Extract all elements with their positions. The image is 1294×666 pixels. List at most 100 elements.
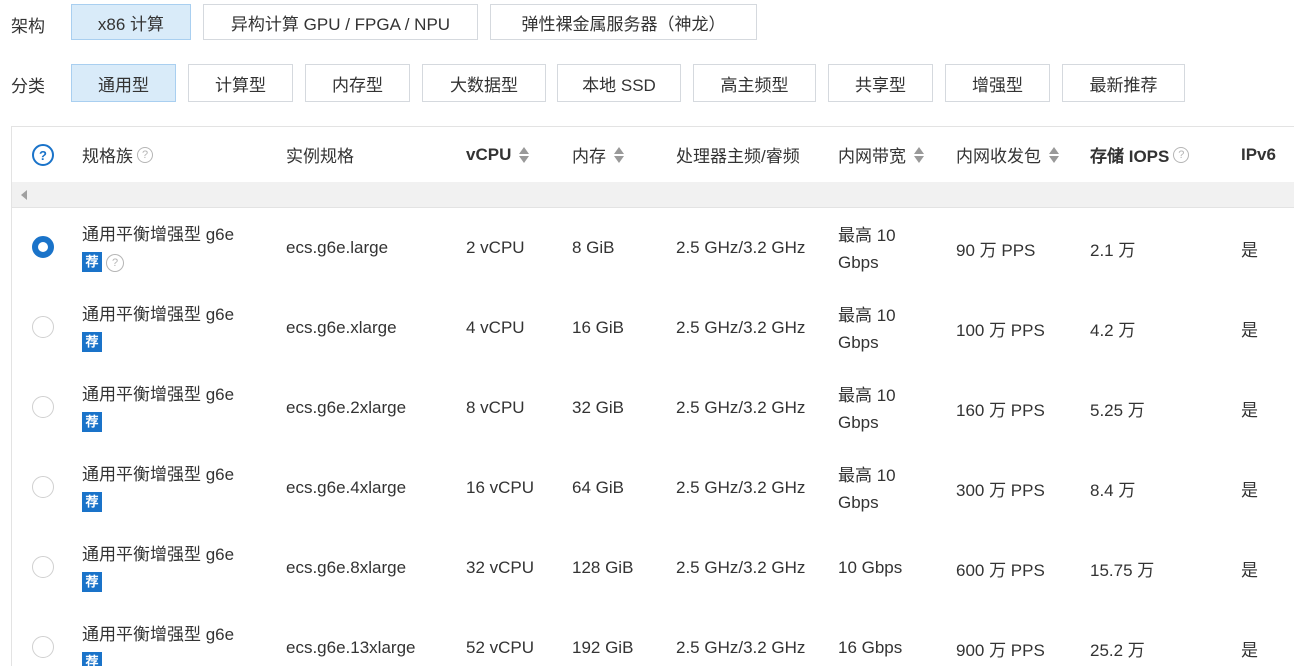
memory-cell: 64 GiB	[572, 478, 624, 497]
header-family: 规格族 ?	[82, 127, 153, 182]
freq-cell: 2.5 GHz/3.2 GHz	[676, 398, 806, 417]
memory-cell: 192 GiB	[572, 638, 634, 657]
row-radio[interactable]	[32, 476, 54, 498]
pps-cell: 90 万 PPS	[956, 240, 1036, 260]
spec-cell: ecs.g6e.2xlarge	[286, 398, 407, 417]
ipv6-cell: 是	[1241, 560, 1258, 580]
recommended-badge: 荐	[82, 571, 102, 592]
pps-cell: 600 万 PPS	[956, 560, 1045, 580]
family-cell: 通用平衡增强型 g6e 荐	[82, 542, 234, 594]
spec-cell: ecs.g6e.large	[286, 238, 389, 257]
iops-help-icon[interactable]: ?	[1173, 146, 1190, 163]
family-name: 通用平衡增强型 g6e	[82, 305, 235, 324]
family-name: 通用平衡增强型 g6e	[82, 385, 235, 404]
row-radio[interactable]	[32, 396, 54, 418]
header-ipv6: IPv6	[1241, 144, 1276, 164]
header-bandwidth[interactable]: 内网带宽	[838, 127, 924, 182]
table-row[interactable]: 通用平衡增强型 g6e 荐? ecs.g6e.large 2 vCPU 8 GiB 2.5…	[12, 208, 1294, 289]
memory-cell: 32 GiB	[572, 398, 624, 417]
category-option-local-ssd[interactable]: 本地 SSD	[557, 64, 681, 102]
category-option-compute[interactable]: 计算型	[188, 64, 293, 102]
ipv6-cell: 是	[1241, 400, 1258, 420]
sort-icon[interactable]	[519, 146, 530, 163]
sort-icon[interactable]	[614, 146, 624, 163]
category-option-general[interactable]: 通用型	[71, 64, 176, 102]
vcpu-cell: 52 vCPU	[466, 638, 535, 657]
bandwidth-cell: 最高 10 Gbps	[838, 226, 896, 272]
pps-cell: 160 万 PPS	[956, 400, 1045, 420]
family-cell: 通用平衡增强型 g6e 荐	[82, 302, 234, 354]
bandwidth-cell: 10 Gbps	[838, 558, 903, 577]
family-cell: 通用平衡增强型 g6e 荐	[82, 622, 234, 666]
recommended-badge: 荐	[82, 491, 102, 512]
arch-label: 架构	[11, 17, 45, 36]
spec-cell: ecs.g6e.8xlarge	[286, 558, 407, 577]
family-name: 通用平衡增强型 g6e	[82, 545, 235, 564]
pps-cell: 100 万 PPS	[956, 320, 1045, 340]
bandwidth-cell: 最高 10 Gbps	[838, 386, 896, 432]
freq-cell: 2.5 GHz/3.2 GHz	[676, 478, 806, 497]
table-row[interactable]: 通用平衡增强型 g6e 荐 ecs.g6e.xlarge 4 vCPU 16 GiB 2.…	[12, 288, 1294, 369]
row-radio[interactable]	[32, 316, 54, 338]
header-spec: 实例规格	[286, 147, 354, 166]
freq-cell: 2.5 GHz/3.2 GHz	[676, 638, 806, 657]
vcpu-cell: 16 vCPU	[466, 478, 535, 497]
sort-icon[interactable]	[914, 146, 924, 163]
recommended-badge: 荐	[82, 251, 102, 272]
vcpu-cell: 8 vCPU	[466, 398, 525, 417]
iops-cell: 2.1 万	[1090, 240, 1136, 260]
category-option-bigdata[interactable]: 大数据型	[422, 64, 546, 102]
family-cell: 通用平衡增强型 g6e 荐	[82, 382, 234, 434]
category-option-latest[interactable]: 最新推荐	[1062, 64, 1185, 102]
arch-option-baremetal[interactable]: 弹性裸金属服务器（神龙）	[490, 4, 757, 40]
row-radio[interactable]	[32, 236, 54, 258]
bandwidth-cell: 最高 10 Gbps	[838, 466, 896, 512]
category-label: 分类	[11, 77, 45, 96]
header-iops: 存储 IOPS ?	[1090, 127, 1190, 182]
freq-cell: 2.5 GHz/3.2 GHz	[676, 318, 806, 337]
header-vcpu[interactable]: vCPU	[466, 127, 530, 182]
spec-cell: ecs.g6e.4xlarge	[286, 478, 407, 497]
sort-icon[interactable]	[1049, 146, 1059, 163]
freq-cell: 2.5 GHz/3.2 GHz	[676, 558, 806, 577]
arch-option-heterogeneous[interactable]: 异构计算 GPU / FPGA / NPU	[203, 4, 478, 40]
family-cell: 通用平衡增强型 g6e 荐	[82, 462, 234, 514]
family-name: 通用平衡增强型 g6e	[82, 625, 235, 644]
row-radio[interactable]	[32, 636, 54, 658]
iops-cell: 15.75 万	[1090, 560, 1155, 580]
table-row[interactable]: 通用平衡增强型 g6e 荐 ecs.g6e.8xlarge 32 vCPU 128 Gi…	[12, 528, 1294, 609]
recommended-badge: 荐	[82, 331, 102, 352]
category-option-shared[interactable]: 共享型	[828, 64, 933, 102]
recommended-badge: 荐	[82, 411, 102, 432]
memory-cell: 8 GiB	[572, 238, 615, 257]
category-option-high-freq[interactable]: 高主频型	[693, 64, 816, 102]
ipv6-cell: 是	[1241, 480, 1258, 500]
table-header: ? 规格族 ? 实例规格 vCPU 内存 处理器主频/睿频 内网带宽 内网收发包…	[12, 127, 1294, 183]
table-row[interactable]: 通用平衡增强型 g6e 荐 ecs.g6e.2xlarge 8 vCPU 32 GiB 2…	[12, 368, 1294, 449]
horizontal-scrollbar[interactable]	[12, 182, 1294, 208]
header-memory[interactable]: 内存	[572, 127, 624, 182]
family-cell: 通用平衡增强型 g6e 荐?	[82, 222, 234, 274]
family-help-icon[interactable]: ?	[106, 254, 124, 272]
iops-cell: 8.4 万	[1090, 480, 1136, 500]
table-row[interactable]: 通用平衡增强型 g6e 荐 ecs.g6e.4xlarge 16 vCPU 64 GiB…	[12, 448, 1294, 529]
family-name: 通用平衡增强型 g6e	[82, 465, 235, 484]
freq-cell: 2.5 GHz/3.2 GHz	[676, 238, 806, 257]
iops-cell: 5.25 万	[1090, 400, 1145, 420]
vcpu-cell: 4 vCPU	[466, 318, 525, 337]
iops-cell: 25.2 万	[1090, 640, 1145, 660]
family-help-icon[interactable]: ?	[137, 146, 153, 163]
ipv6-cell: 是	[1241, 640, 1258, 660]
iops-cell: 4.2 万	[1090, 320, 1136, 340]
memory-cell: 16 GiB	[572, 318, 624, 337]
table-row[interactable]: 通用平衡增强型 g6e 荐 ecs.g6e.13xlarge 52 vCPU 192 G…	[12, 608, 1294, 666]
category-option-enhanced[interactable]: 增强型	[945, 64, 1050, 102]
vcpu-cell: 32 vCPU	[466, 558, 535, 577]
arch-option-x86[interactable]: x86 计算	[71, 4, 191, 40]
category-option-memory[interactable]: 内存型	[305, 64, 410, 102]
scroll-left-arrow-icon[interactable]	[21, 190, 27, 200]
help-icon[interactable]: ?	[32, 144, 54, 166]
pps-cell: 900 万 PPS	[956, 640, 1045, 660]
row-radio[interactable]	[32, 556, 54, 578]
header-pps[interactable]: 内网收发包	[956, 127, 1059, 182]
